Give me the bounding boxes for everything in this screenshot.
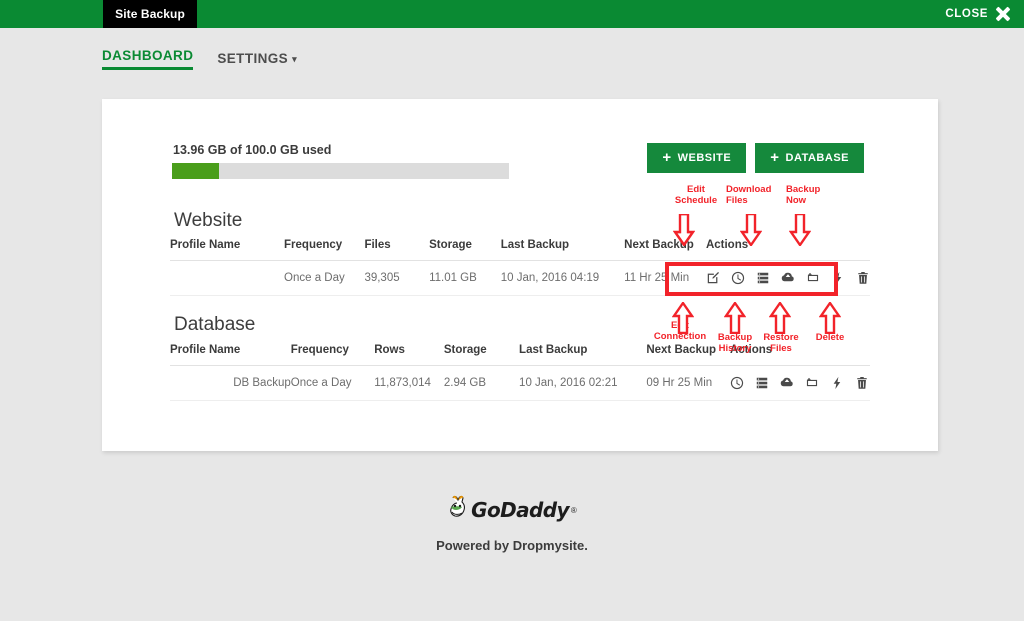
annotation-restore-files: Restore Files bbox=[760, 332, 802, 354]
website-cell-profile-name bbox=[170, 260, 285, 296]
download-files-icon[interactable] bbox=[780, 376, 794, 390]
website-col-files: Files bbox=[364, 239, 430, 261]
godaddy-logo: GoDaddy ® bbox=[447, 495, 577, 525]
nav-item-settings[interactable]: SETTINGS ▾ bbox=[217, 51, 297, 70]
website-col-storage: Storage bbox=[429, 239, 501, 261]
delete-icon[interactable] bbox=[856, 271, 870, 285]
nav-item-dashboard[interactable]: DASHBOARD bbox=[102, 48, 194, 70]
plus-icon: + bbox=[770, 149, 780, 166]
delete-icon[interactable] bbox=[855, 376, 869, 390]
backup-now-icon[interactable] bbox=[831, 271, 845, 285]
backup-now-icon[interactable] bbox=[830, 376, 844, 390]
download-files-icon[interactable] bbox=[781, 271, 795, 285]
clock-icon[interactable] bbox=[731, 271, 745, 285]
website-col-frequency: Frequency bbox=[284, 239, 365, 261]
database-col-frequency: Frequency bbox=[290, 344, 375, 366]
annotation-restore-files-line2: Files bbox=[770, 343, 792, 354]
database-col-last-backup: Last Backup bbox=[519, 344, 647, 366]
edit-schedule-icon[interactable] bbox=[706, 271, 720, 285]
table-row: DB Backup Once a Day 11,873,014 2.94 GB … bbox=[170, 365, 870, 401]
annotation-arrow-up-edit-connection bbox=[672, 302, 694, 334]
database-cell-actions bbox=[729, 365, 870, 401]
database-cell-frequency: Once a Day bbox=[290, 365, 375, 401]
database-col-profile-name: Profile Name bbox=[170, 344, 291, 366]
annotation-edit-schedule: Edit Schedule bbox=[672, 184, 720, 206]
annotation-backup-now-line2: Now bbox=[786, 195, 807, 206]
website-cell-frequency: Once a Day bbox=[284, 260, 365, 296]
main-nav: DASHBOARD SETTINGS ▾ bbox=[102, 48, 297, 70]
database-cell-rows: 11,873,014 bbox=[374, 365, 444, 401]
annotation-backup-now-line1: Backup bbox=[786, 184, 821, 195]
annotation-arrow-up-delete bbox=[819, 302, 841, 334]
close-button-label: CLOSE bbox=[945, 8, 988, 20]
website-cell-storage: 11.01 GB bbox=[429, 260, 501, 296]
website-cell-files: 39,305 bbox=[364, 260, 430, 296]
quota-progress-bar bbox=[172, 163, 509, 179]
add-profile-buttons: + WEBSITE + DATABASE bbox=[647, 143, 864, 173]
website-col-actions: Actions bbox=[705, 239, 870, 261]
database-section-title: Database bbox=[174, 314, 256, 335]
website-table: Profile Name Frequency Files Storage Las… bbox=[170, 239, 870, 296]
table-row: Once a Day 39,305 11.01 GB 10 Jan, 2016 … bbox=[170, 260, 870, 296]
godaddy-wordmark: GoDaddy bbox=[471, 498, 569, 522]
website-col-last-backup: Last Backup bbox=[500, 239, 625, 261]
annotation-download-files: Download Files bbox=[726, 184, 782, 206]
app-tab-site-backup[interactable]: Site Backup bbox=[103, 0, 197, 28]
clock-icon[interactable] bbox=[730, 376, 744, 390]
website-cell-next-backup: 11 Hr 25 Min bbox=[624, 260, 706, 296]
close-x-icon bbox=[995, 7, 1010, 22]
website-col-profile-name: Profile Name bbox=[170, 239, 285, 261]
godaddy-trademark: ® bbox=[570, 505, 577, 515]
annotation-arrow-up-restore-files bbox=[769, 302, 791, 334]
godaddy-mascot-icon bbox=[447, 495, 469, 526]
plus-icon: + bbox=[662, 149, 672, 166]
restore-files-icon[interactable] bbox=[806, 271, 820, 285]
chevron-down-icon: ▾ bbox=[292, 53, 297, 64]
restore-files-icon[interactable] bbox=[805, 376, 819, 390]
backup-history-icon[interactable] bbox=[756, 271, 770, 285]
powered-by-text: Powered by Dropmysite. bbox=[436, 537, 588, 553]
website-table-header-row: Profile Name Frequency Files Storage Las… bbox=[170, 239, 870, 261]
annotation-backup-now: Backup Now bbox=[786, 184, 831, 206]
title-bar: Site Backup CLOSE bbox=[0, 0, 1024, 28]
annotation-arrow-down-download-files bbox=[740, 214, 762, 246]
annotation-edit-schedule-line2: Schedule bbox=[674, 195, 718, 206]
database-cell-next-backup: 09 Hr 25 Min bbox=[646, 365, 730, 401]
annotation-backup-history-line2: History bbox=[718, 343, 752, 354]
database-col-storage: Storage bbox=[443, 344, 520, 366]
add-website-button[interactable]: + WEBSITE bbox=[647, 143, 747, 173]
database-row-actions bbox=[730, 376, 870, 390]
annotation-arrow-up-backup-history bbox=[724, 302, 746, 334]
app-tab-label: Site Backup bbox=[115, 7, 185, 21]
backup-history-icon[interactable] bbox=[755, 376, 769, 390]
annotation-backup-history: Backup History bbox=[714, 332, 756, 354]
website-cell-actions bbox=[705, 260, 870, 296]
website-section-title: Website bbox=[174, 210, 243, 231]
nav-item-settings-label: SETTINGS bbox=[217, 51, 289, 66]
database-col-rows: Rows bbox=[374, 344, 444, 366]
website-cell-last-backup: 10 Jan, 2016 04:19 bbox=[500, 260, 625, 296]
close-button[interactable]: CLOSE bbox=[945, 0, 1010, 28]
website-row-actions bbox=[706, 271, 870, 285]
annotation-download-files-line2: Files bbox=[726, 195, 748, 206]
add-database-button[interactable]: + DATABASE bbox=[755, 143, 864, 173]
quota-progress-fill bbox=[172, 163, 220, 179]
annotation-arrow-down-edit-schedule bbox=[673, 214, 695, 246]
annotation-arrow-down-backup-now bbox=[789, 214, 811, 246]
annotation-download-files-line1: Download bbox=[726, 184, 772, 195]
database-cell-storage: 2.94 GB bbox=[443, 365, 520, 401]
dashboard-card: 13.96 GB of 100.0 GB used + WEBSITE + DA… bbox=[102, 99, 938, 451]
annotation-edit-schedule-line1: Edit bbox=[687, 184, 705, 195]
nav-item-dashboard-label: DASHBOARD bbox=[102, 48, 194, 63]
database-cell-last-backup: 10 Jan, 2016 02:21 bbox=[519, 365, 647, 401]
quota-label: 13.96 GB of 100.0 GB used bbox=[173, 143, 332, 157]
database-cell-profile-name: DB Backup bbox=[170, 365, 291, 401]
footer: GoDaddy ® Powered by Dropmysite. bbox=[0, 495, 1024, 553]
add-database-label: DATABASE bbox=[785, 152, 849, 164]
add-website-label: WEBSITE bbox=[677, 152, 732, 164]
